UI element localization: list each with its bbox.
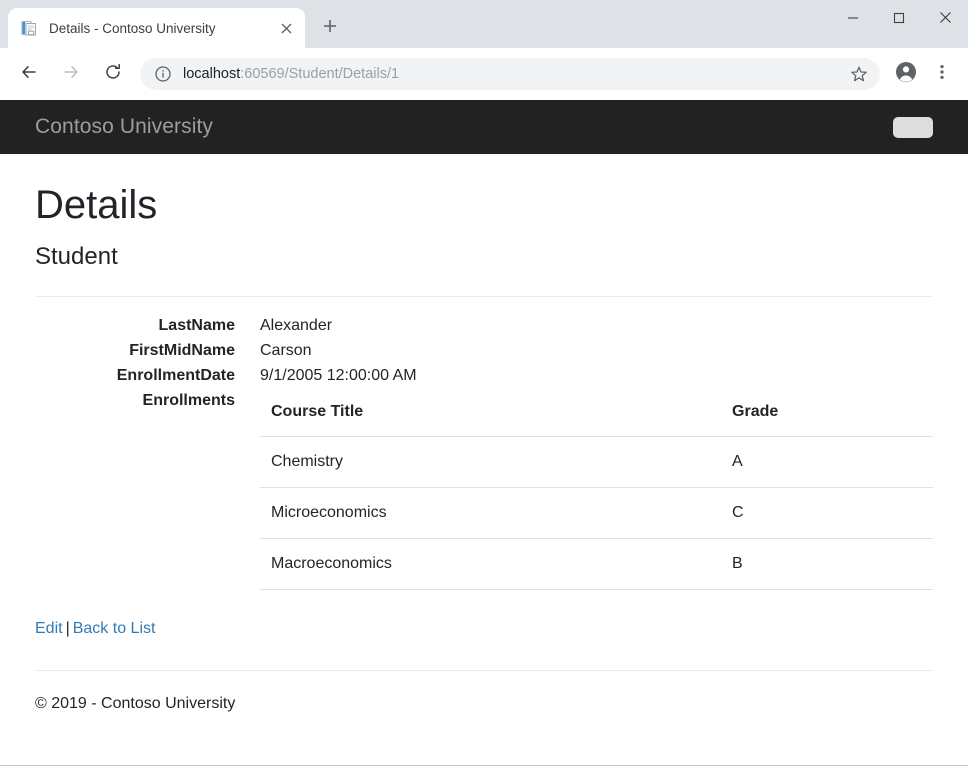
column-header-course-title: Course Title: [260, 388, 721, 437]
enrollments-value: Course Title Grade Chemistry A: [235, 388, 933, 590]
action-separator: |: [63, 620, 73, 637]
cell-grade: B: [721, 538, 933, 589]
minimize-button[interactable]: [830, 0, 876, 40]
cell-grade: C: [721, 487, 933, 538]
footer-divider: [35, 670, 933, 671]
browser-toolbar: localhost:60569/Student/Details/1: [0, 48, 968, 100]
close-icon[interactable]: [275, 17, 297, 39]
table-row: Chemistry A: [260, 436, 933, 487]
tab-title: Details - Contoso University: [49, 21, 275, 36]
new-tab-button[interactable]: [314, 12, 346, 44]
three-dot-menu-icon: [933, 63, 951, 86]
toolbar-right-controls: [888, 56, 960, 92]
tab-strip: Details - Contoso University: [0, 0, 968, 48]
maximize-button[interactable]: [876, 0, 922, 40]
footer-copyright: © 2019 - Contoso University: [35, 695, 933, 713]
browser-window: Details - Contoso University: [0, 0, 968, 766]
student-details-list: LastName Alexander FirstMidName Carson E…: [35, 313, 933, 590]
table-head: Course Title Grade: [260, 388, 933, 437]
back-button[interactable]: [11, 56, 47, 92]
page-actions: Edit|Back to List: [35, 620, 933, 638]
close-icon: [939, 11, 952, 29]
cell-grade: A: [721, 436, 933, 487]
table-row: Macroeconomics B: [260, 538, 933, 589]
page-viewport: Contoso University Details Student LastN…: [0, 100, 968, 766]
address-bar[interactable]: localhost:60569/Student/Details/1: [140, 58, 880, 90]
profile-avatar-icon: [895, 61, 917, 88]
detail-label: FirstMidName: [35, 338, 235, 363]
enrollments-table: Course Title Grade Chemistry A: [260, 388, 933, 590]
table-row: Microeconomics C: [260, 487, 933, 538]
detail-value: 9/1/2005 12:00:00 AM: [235, 363, 933, 388]
navbar-brand[interactable]: Contoso University: [35, 115, 213, 139]
table-header-row: Course Title Grade: [260, 388, 933, 437]
forward-button: [53, 56, 89, 92]
detail-value: Carson: [235, 338, 933, 363]
detail-row: FirstMidName Carson: [35, 338, 933, 363]
bookmark-star-icon[interactable]: [844, 59, 874, 89]
detail-row: LastName Alexander: [35, 313, 933, 338]
detail-label: EnrollmentDate: [35, 363, 235, 388]
detail-label: LastName: [35, 313, 235, 338]
minimize-icon: [847, 11, 859, 29]
page-container: Details Student LastName Alexander First…: [0, 182, 968, 713]
column-header-grade: Grade: [721, 388, 933, 437]
cell-course-title: Microeconomics: [260, 487, 721, 538]
url-path: :60569/Student/Details/1: [240, 66, 399, 82]
reload-button[interactable]: [95, 56, 131, 92]
reload-icon: [103, 62, 123, 87]
site-navbar: Contoso University: [0, 100, 968, 154]
close-window-button[interactable]: [922, 0, 968, 40]
table-body: Chemistry A Microeconomics C Macroeconom…: [260, 436, 933, 589]
detail-row: EnrollmentDate 9/1/2005 12:00:00 AM: [35, 363, 933, 388]
cell-course-title: Macroeconomics: [260, 538, 721, 589]
maximize-icon: [893, 11, 905, 29]
back-to-list-link[interactable]: Back to List: [73, 620, 156, 637]
back-arrow-icon: [19, 62, 39, 87]
info-circle-icon[interactable]: [154, 65, 172, 83]
profile-avatar-button[interactable]: [888, 56, 924, 92]
page-title: Details: [35, 182, 933, 228]
detail-value: Alexander: [235, 313, 933, 338]
three-dot-menu-button[interactable]: [924, 56, 960, 92]
plus-icon: [323, 19, 337, 38]
url-host: localhost: [183, 66, 240, 82]
window-controls: [830, 0, 968, 40]
enrollments-row: Enrollments Course Title Grade: [35, 388, 933, 590]
browser-tab[interactable]: Details - Contoso University: [8, 8, 305, 48]
url-text: localhost:60569/Student/Details/1: [183, 66, 844, 82]
page-subtitle: Student: [35, 243, 933, 272]
enrollments-label: Enrollments: [35, 388, 235, 413]
title-divider: [35, 296, 933, 297]
document-icon: [20, 19, 38, 37]
edit-link[interactable]: Edit: [35, 620, 63, 637]
cell-course-title: Chemistry: [260, 436, 721, 487]
navbar-toggler-icon[interactable]: [893, 117, 933, 138]
forward-arrow-icon: [61, 62, 81, 87]
